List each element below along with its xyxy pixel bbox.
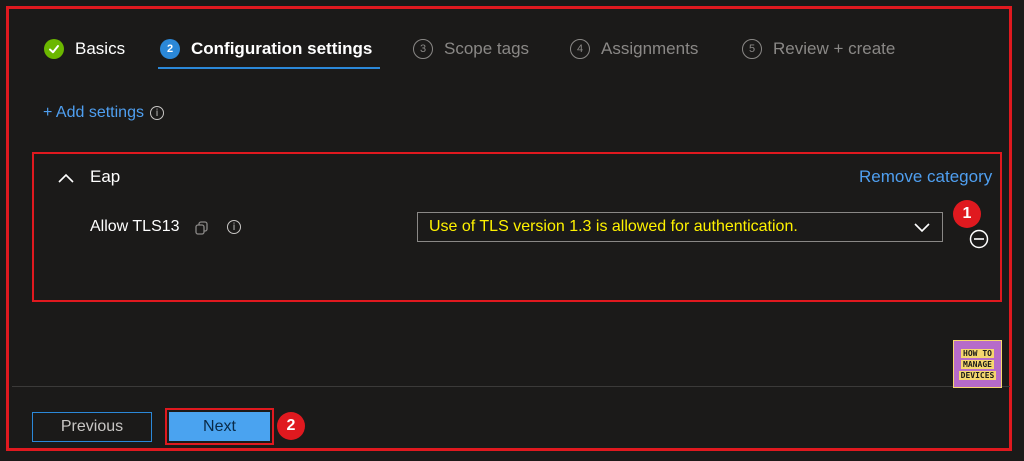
step-label: Basics: [75, 39, 126, 58]
remove-setting-icon[interactable]: [969, 229, 989, 249]
category-title: Eap: [90, 167, 121, 186]
step-basics[interactable]: Basics: [44, 34, 125, 64]
annotation-badge-2: 2: [277, 412, 305, 440]
step-assignments[interactable]: 4 Assignments: [570, 34, 698, 64]
step-number: 5: [742, 39, 762, 59]
step-label: Review + create: [773, 39, 896, 58]
next-button[interactable]: Next: [169, 412, 270, 441]
step-number: 2: [160, 39, 180, 59]
add-settings-link[interactable]: + Add settings i: [43, 104, 164, 122]
remove-category-link[interactable]: Remove category: [859, 167, 992, 187]
step-number: 4: [570, 39, 590, 59]
check-icon: [44, 39, 64, 59]
tls13-select[interactable]: Use of TLS version 1.3 is allowed for au…: [417, 212, 943, 242]
wizard-steps: Basics 2 Configuration settings 3 Scope …: [0, 0, 1024, 100]
info-icon[interactable]: i: [149, 106, 164, 120]
step-review-create[interactable]: 5 Review + create: [742, 34, 895, 64]
step-label: Scope tags: [444, 39, 530, 58]
step-scope-tags[interactable]: 3 Scope tags: [413, 34, 529, 64]
select-value: Use of TLS version 1.3 is allowed for au…: [429, 218, 798, 235]
setting-label: Allow TLS13: [90, 218, 180, 235]
add-settings-label: + Add settings: [43, 104, 144, 121]
info-icon[interactable]: i: [227, 220, 241, 234]
chevron-down-icon: [914, 223, 930, 233]
step-configuration-settings[interactable]: 2 Configuration settings: [160, 34, 372, 64]
howtomanagedevices-logo: HOW TO MANAGE DEVICES: [953, 340, 1002, 388]
copy-icon[interactable]: [194, 220, 210, 236]
annotation-badge-1: 1: [953, 200, 981, 228]
chevron-up-icon[interactable]: [58, 171, 74, 185]
active-step-underline: [158, 67, 380, 69]
step-label: Assignments: [601, 39, 699, 58]
footer-divider: [12, 386, 1010, 387]
step-number: 3: [413, 39, 433, 59]
previous-button[interactable]: Previous: [32, 412, 152, 442]
step-label: Configuration settings: [191, 39, 373, 58]
